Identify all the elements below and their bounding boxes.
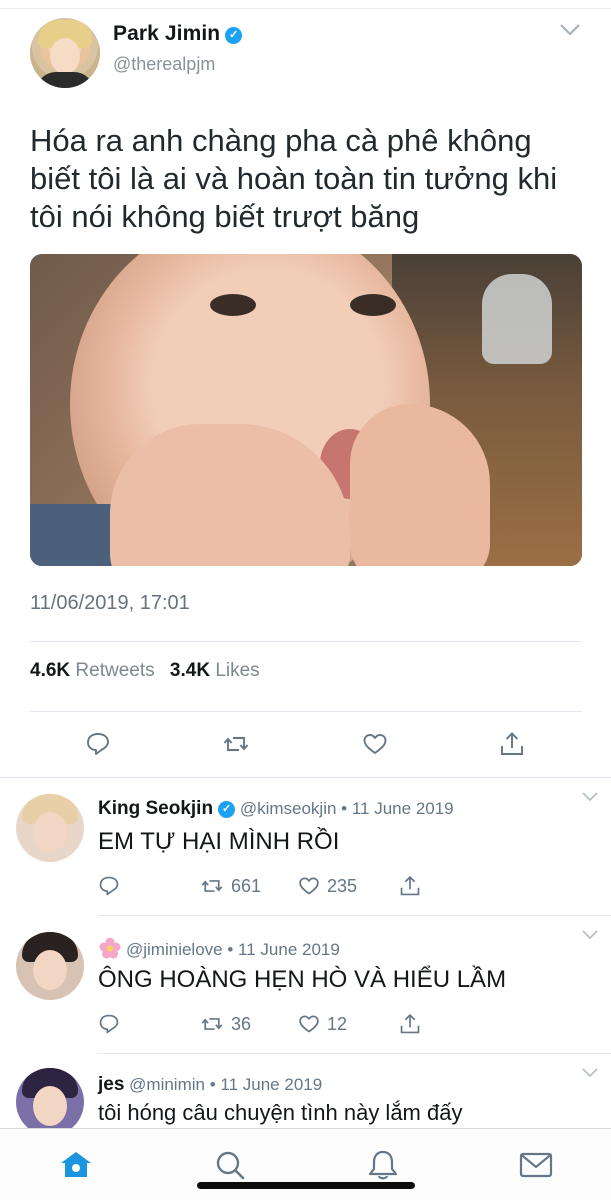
reply-text: EM TỰ HẠI MÌNH RỒI bbox=[98, 828, 340, 855]
reply-text: tôi hóng câu chuyện tình này lắm đấy bbox=[98, 1100, 463, 1125]
author-handle[interactable]: @therealpjm bbox=[113, 54, 215, 75]
reply-action-share[interactable] bbox=[398, 1012, 428, 1036]
reply-date: 11 June 2019 bbox=[351, 799, 454, 818]
avatar[interactable] bbox=[30, 18, 100, 88]
reply-tweet[interactable]: jes @minimin • 11 June 2019 tôi hóng câu… bbox=[0, 1054, 611, 1128]
reply-action-retweet[interactable]: 36 bbox=[199, 1012, 251, 1036]
reply-action-reply[interactable] bbox=[98, 1012, 126, 1036]
divider bbox=[30, 641, 582, 642]
avatar[interactable] bbox=[16, 794, 84, 862]
reply-date: 11 June 2019 bbox=[220, 1075, 323, 1094]
reply-handle[interactable]: @kimseokjin bbox=[240, 799, 337, 818]
like-icon[interactable] bbox=[297, 1013, 321, 1035]
reply-handle[interactable]: @jiminielove bbox=[126, 940, 223, 959]
search-icon[interactable] bbox=[212, 1149, 248, 1181]
share-icon[interactable] bbox=[398, 875, 422, 897]
tweet-text: Hóa ra anh chàng pha cà phê không biết t… bbox=[30, 123, 558, 234]
like-icon[interactable] bbox=[297, 875, 321, 897]
separator: • bbox=[209, 1075, 216, 1094]
reply-author-name[interactable]: King Seokjin bbox=[98, 798, 213, 819]
retweet-count: 661 bbox=[231, 875, 262, 896]
reply-action-like[interactable]: 12 bbox=[297, 1012, 347, 1036]
like-count: 12 bbox=[327, 1013, 348, 1034]
reply-action-retweet[interactable]: 661 bbox=[199, 874, 261, 898]
reply-action-share[interactable] bbox=[398, 874, 428, 898]
reply-text: ÔNG HOÀNG HẸN HÒ VÀ HIỂU LẦM bbox=[98, 966, 507, 993]
retweets-label[interactable]: Retweets bbox=[75, 660, 154, 681]
reply-header: jes @minimin • 11 June 2019 bbox=[98, 1074, 322, 1096]
retweet-count: 36 bbox=[231, 1013, 252, 1034]
chevron-down-icon[interactable] bbox=[581, 1066, 599, 1080]
author-name[interactable]: Park Jimin ✓ bbox=[113, 22, 243, 46]
reply-tweet[interactable]: King Seokjin ✓ @kimseokjin • 11 June 2019… bbox=[0, 778, 611, 916]
home-icon[interactable] bbox=[58, 1149, 94, 1181]
reply-header: King Seokjin ✓ @kimseokjin • 11 June 2019 bbox=[98, 798, 454, 820]
chevron-down-icon[interactable] bbox=[558, 20, 582, 40]
reply-date: 11 June 2019 bbox=[238, 940, 340, 959]
notifications-icon[interactable] bbox=[365, 1149, 401, 1181]
divider bbox=[30, 711, 582, 712]
reply-handle[interactable]: @minimin bbox=[129, 1075, 205, 1094]
retweet-icon[interactable] bbox=[199, 1013, 225, 1035]
verified-icon: ✓ bbox=[218, 801, 236, 818]
reply-action-like[interactable]: 235 bbox=[297, 874, 357, 898]
like-icon[interactable] bbox=[362, 731, 388, 757]
reply-icon[interactable] bbox=[98, 1013, 120, 1035]
reply-icon[interactable] bbox=[85, 731, 111, 757]
share-icon[interactable] bbox=[398, 1013, 422, 1035]
reply-icon[interactable] bbox=[98, 875, 120, 897]
home-indicator[interactable] bbox=[197, 1182, 415, 1189]
main-tweet: Park Jimin ✓ @therealpjm Hóa ra anh chàng… bbox=[0, 0, 611, 778]
bottom-nav bbox=[0, 1128, 611, 1200]
separator: • bbox=[341, 799, 348, 818]
chevron-down-icon[interactable] bbox=[581, 790, 599, 804]
separator: • bbox=[227, 940, 234, 959]
verified-icon: ✓ bbox=[225, 27, 243, 44]
author-name-text[interactable]: Park Jimin bbox=[113, 22, 220, 45]
flower-icon bbox=[98, 936, 122, 960]
retweets-count[interactable]: 4.6K bbox=[30, 660, 70, 681]
tweet-stats: 4.6K Retweets 3.4K Likes bbox=[30, 660, 270, 682]
chevron-down-icon[interactable] bbox=[581, 928, 599, 942]
reply-action-reply[interactable] bbox=[98, 874, 126, 898]
reply-header: @jiminielove • 11 June 2019 bbox=[98, 936, 340, 960]
share-icon[interactable] bbox=[499, 731, 525, 757]
messages-icon[interactable] bbox=[518, 1149, 554, 1181]
reply-author-name[interactable]: jes bbox=[98, 1074, 124, 1095]
reply-tweet[interactable]: @jiminielove • 11 June 2019 ÔNG HOÀNG HẸ… bbox=[0, 916, 611, 1054]
retweet-icon[interactable] bbox=[199, 875, 225, 897]
tweet-timestamp: 11/06/2019, 17:01 bbox=[30, 592, 190, 614]
avatar[interactable] bbox=[16, 1068, 84, 1128]
likes-count[interactable]: 3.4K bbox=[170, 660, 210, 681]
like-count: 235 bbox=[327, 875, 358, 896]
retweet-icon[interactable] bbox=[223, 731, 249, 757]
avatar[interactable] bbox=[16, 932, 84, 1000]
tweet-media-image[interactable] bbox=[30, 254, 582, 566]
likes-label[interactable]: Likes bbox=[215, 660, 259, 681]
